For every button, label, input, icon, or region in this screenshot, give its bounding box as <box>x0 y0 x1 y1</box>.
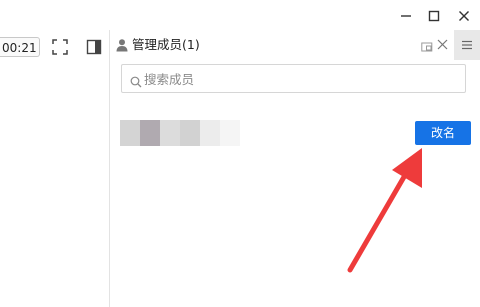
panel-header: 管理成员(1) <box>110 30 454 60</box>
search-icon <box>130 73 142 88</box>
user-icon <box>115 37 129 52</box>
hamburger-menu-icon[interactable] <box>454 30 480 60</box>
call-timer: 00:21 <box>0 37 40 57</box>
app-window: 00:21 管理成员(1) 搜索成员 改名 <box>0 0 480 307</box>
popout-icon[interactable] <box>421 38 433 52</box>
panel-toggle-icon[interactable] <box>84 37 104 57</box>
panel-title: 管理成员(1) <box>132 37 200 52</box>
list-item: 改名 <box>110 118 480 148</box>
search-input[interactable] <box>144 69 444 89</box>
member-search-box[interactable] <box>121 64 466 93</box>
main-area: 00:21 <box>0 30 109 307</box>
rename-button[interactable]: 改名 <box>415 121 471 145</box>
obscured-member-name <box>120 120 240 146</box>
manage-members-panel: 管理成员(1) 搜索成员 改名 <box>110 30 480 307</box>
close-icon[interactable] <box>454 6 474 26</box>
panel-close-icon[interactable] <box>436 38 448 50</box>
fullscreen-icon[interactable] <box>50 37 70 57</box>
maximize-icon[interactable] <box>424 6 444 26</box>
minimize-icon[interactable] <box>396 6 416 26</box>
